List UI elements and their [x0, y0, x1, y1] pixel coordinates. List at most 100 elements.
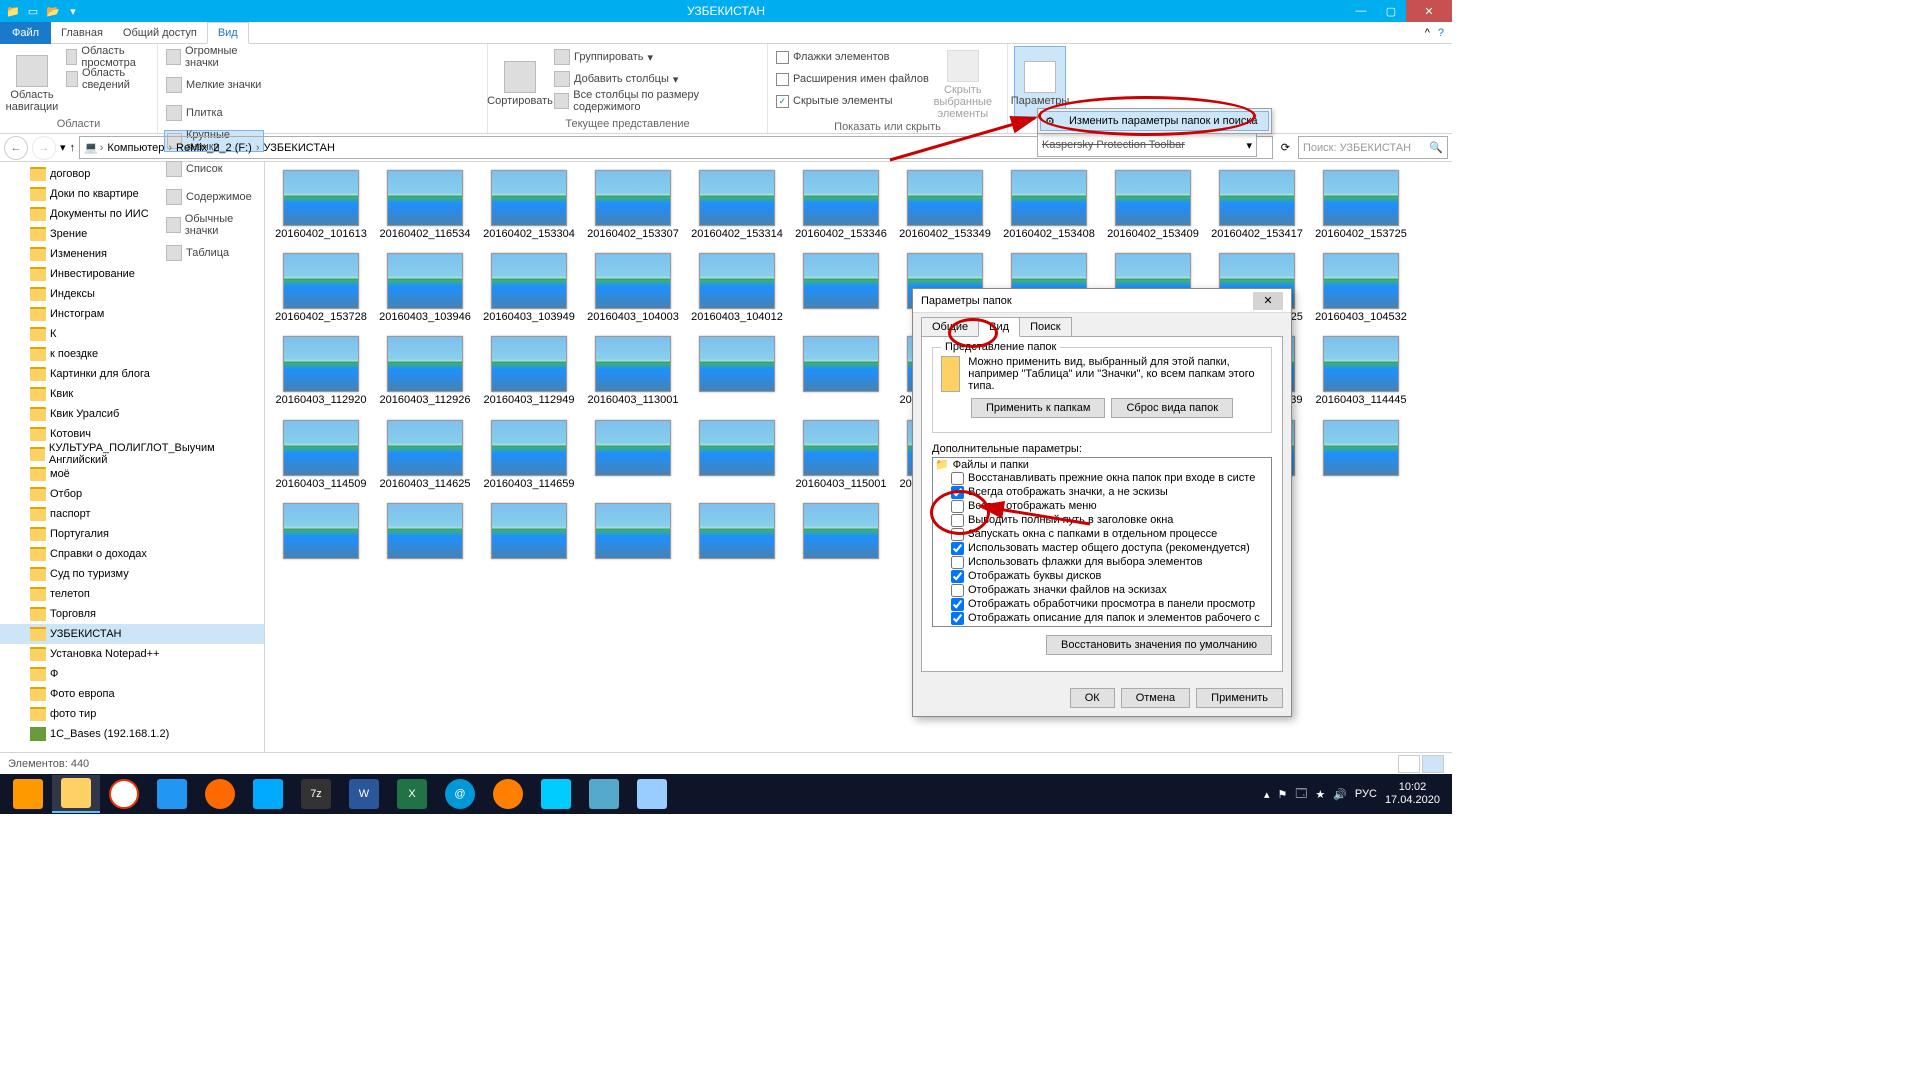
file-thumbnail[interactable]: 20160402_153346 [793, 170, 889, 241]
taskbar-explorer[interactable] [52, 775, 100, 813]
checkboxes-toggle[interactable]: Флажки элементов [774, 46, 931, 68]
taskbar-app[interactable] [532, 775, 580, 813]
icons-view-button[interactable] [1422, 755, 1444, 773]
tab-home[interactable]: Главная [51, 22, 113, 44]
change-folder-options-item[interactable]: ⚙ Изменить параметры папок и поиска [1040, 111, 1269, 131]
file-thumbnail[interactable] [689, 503, 785, 561]
tray-arrow-icon[interactable]: ▴ [1264, 788, 1270, 801]
file-thumbnail[interactable]: 20160403_114625 [377, 420, 473, 491]
taskbar-app[interactable] [484, 775, 532, 813]
folder-icon[interactable]: 📁 [4, 2, 22, 20]
advanced-option[interactable]: Использовать флажки для выбора элементов [933, 555, 1271, 569]
tree-item[interactable]: Картинки для блога [0, 364, 264, 384]
restore-defaults-button[interactable]: Восстановить значения по умолчанию [1046, 635, 1272, 655]
options-button[interactable]: Параметры [1014, 46, 1066, 117]
file-thumbnail[interactable]: 20160402_153408 [1001, 170, 1097, 241]
taskbar-app[interactable] [148, 775, 196, 813]
file-thumbnail[interactable]: 20160403_112949 [481, 336, 577, 407]
kaspersky-toolbar[interactable]: Kaspersky Protection Toolbar ▾ [1037, 133, 1257, 157]
file-thumbnail[interactable]: 20160403_113001 [585, 336, 681, 407]
group-button[interactable]: Группировать▾ [552, 46, 761, 68]
file-thumbnail[interactable]: 20160403_104012 [689, 253, 785, 324]
layout-small[interactable]: Мелкие значки [164, 74, 270, 96]
tree-item[interactable]: паспорт [0, 504, 264, 524]
advanced-option[interactable]: Запускать окна с папками в отдельном про… [933, 527, 1271, 541]
tree-item[interactable]: Зрение [0, 224, 264, 244]
tree-item[interactable]: Квик [0, 384, 264, 404]
tree-item[interactable]: К [0, 324, 264, 344]
tray-icon[interactable]: ★ [1315, 788, 1325, 801]
taskbar-app[interactable]: @ [436, 775, 484, 813]
file-thumbnail[interactable] [689, 420, 785, 491]
tree-item[interactable]: Изменения [0, 244, 264, 264]
option-checkbox[interactable] [951, 486, 964, 499]
file-thumbnail[interactable] [273, 503, 369, 561]
taskbar-app[interactable] [244, 775, 292, 813]
forward-button[interactable]: → [32, 136, 56, 160]
help-icon[interactable]: ? [1438, 27, 1444, 39]
tree-item[interactable]: 1C_Bases (192.168.1.2) [0, 724, 264, 744]
properties-icon[interactable]: ▭ [24, 2, 42, 20]
taskbar-excel[interactable]: X [388, 775, 436, 813]
tree-item[interactable]: УЗБЕКИСТАН [0, 624, 264, 644]
apply-button[interactable]: Применить [1196, 688, 1283, 708]
hidden-toggle[interactable]: Скрытые элементы [774, 90, 931, 112]
close-button[interactable]: ✕ [1406, 0, 1452, 22]
file-thumbnail[interactable] [689, 336, 785, 407]
layout-tiles[interactable]: Плитка [164, 102, 270, 124]
dialog-close-button[interactable]: ✕ [1253, 292, 1283, 310]
file-thumbnail[interactable]: 20160402_153728 [273, 253, 369, 324]
dialog-tab-search[interactable]: Поиск [1019, 317, 1071, 337]
qat-dropdown-icon[interactable]: ▾ [64, 2, 82, 20]
taskbar-app[interactable] [580, 775, 628, 813]
option-checkbox[interactable] [951, 598, 964, 611]
file-thumbnail[interactable]: 20160403_114659 [481, 420, 577, 491]
hide-selected-button[interactable]: Скрыть выбранные элементы [937, 46, 989, 120]
addcols-button[interactable]: Добавить столбцы▾ [552, 68, 761, 90]
advanced-option[interactable]: Отображать обработчики просмотра в панел… [933, 597, 1271, 611]
sidebar-tree[interactable]: договорДоки по квартиреДокументы по ИИСЗ… [0, 162, 265, 752]
file-thumbnail[interactable]: 20160402_153725 [1313, 170, 1409, 241]
tray-lang[interactable]: РУС [1355, 788, 1377, 800]
option-checkbox[interactable] [951, 556, 964, 569]
file-thumbnail[interactable]: 20160402_153349 [897, 170, 993, 241]
taskbar-app[interactable] [4, 775, 52, 813]
file-thumbnail[interactable]: 20160402_153304 [481, 170, 577, 241]
search-input[interactable]: Поиск: УЗБЕКИСТАН 🔍 [1298, 136, 1448, 159]
file-thumbnail[interactable]: 20160403_114509 [273, 420, 369, 491]
advanced-settings-tree[interactable]: 📁 Файлы и папки Восстанавливать прежние … [932, 457, 1272, 627]
file-thumbnail[interactable] [793, 336, 889, 407]
file-thumbnail[interactable]: 20160403_104532 [1313, 253, 1409, 324]
option-checkbox[interactable] [951, 612, 964, 625]
crumb-drive[interactable]: ReMix_2_2 (F:) [174, 142, 254, 154]
advanced-option[interactable]: Отображать значки файлов на эскизах [933, 583, 1271, 597]
advanced-option[interactable]: Отображать описание для папок и элементо… [933, 611, 1271, 625]
tree-item[interactable]: Португалия [0, 524, 264, 544]
crumb-computer[interactable]: Компьютер [105, 142, 166, 154]
chevron-down-icon[interactable]: ▾ [1246, 139, 1252, 152]
tab-view[interactable]: Вид [207, 22, 249, 44]
file-thumbnail[interactable]: 20160403_104003 [585, 253, 681, 324]
tree-item[interactable]: Торговля [0, 604, 264, 624]
taskbar-app[interactable]: 7z [292, 775, 340, 813]
tree-item[interactable]: к поездке [0, 344, 264, 364]
tree-item[interactable]: Инвестирование [0, 264, 264, 284]
taskbar-app[interactable] [628, 775, 676, 813]
advanced-option[interactable]: Выводить полный путь в заголовке окна [933, 513, 1271, 527]
tray-volume-icon[interactable]: 🔊 [1333, 788, 1347, 801]
tree-item[interactable]: фото тир [0, 704, 264, 724]
tree-item[interactable]: Инстограм [0, 304, 264, 324]
file-thumbnail[interactable] [585, 420, 681, 491]
up-button[interactable]: ↑ [70, 142, 76, 154]
file-thumbnail[interactable]: 20160402_101613 [273, 170, 369, 241]
recent-dropdown-icon[interactable]: ▾ [60, 141, 66, 154]
option-checkbox[interactable] [951, 542, 964, 555]
tree-item[interactable]: договор [0, 164, 264, 184]
option-checkbox[interactable] [951, 528, 964, 541]
advanced-option[interactable]: Всегда отображать значки, а не эскизы [933, 485, 1271, 499]
tree-item[interactable]: КУЛЬТУРА_ПОЛИГЛОТ_Выучим Английский [0, 444, 264, 464]
tree-item[interactable]: Котович [0, 424, 264, 444]
crumb-folder[interactable]: УЗБЕКИСТАН [261, 142, 336, 154]
tree-item[interactable]: Справки о доходах [0, 544, 264, 564]
cancel-button[interactable]: Отмена [1121, 688, 1190, 708]
